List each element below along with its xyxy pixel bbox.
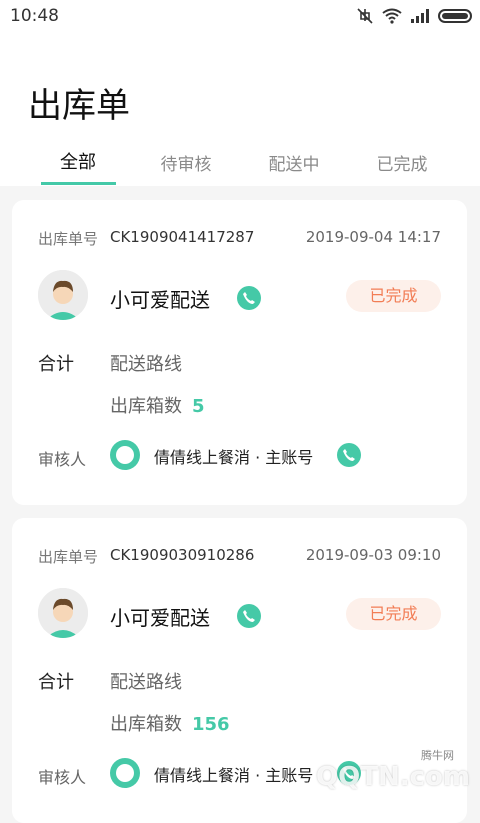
order-no-label: 出库单号 [38, 230, 99, 248]
order-no: CK1909041417287 [110, 228, 255, 246]
reviewer-label: 审核人 [38, 768, 87, 787]
boxes-row: 出库箱数 156 [110, 710, 230, 736]
mute-icon [357, 8, 373, 24]
tab-completed[interactable]: 已完成 [348, 150, 456, 192]
person-avatar-icon [38, 270, 88, 320]
deliverer-name: 小可爱配送 [110, 606, 210, 630]
status-badge: 已完成 [346, 280, 441, 312]
reviewer-phone-icon[interactable] [337, 443, 361, 467]
reviewer-avatar-icon [110, 440, 140, 470]
phone-icon[interactable] [237, 604, 261, 628]
status-bar: 10:48 [0, 0, 480, 34]
active-tab-indicator [41, 182, 116, 185]
route-label: 配送路线 [110, 672, 182, 693]
page-title: 出库单 [28, 86, 130, 126]
order-card[interactable]: 出库单号 CK1909041417287 2019-09-04 14:17 小可… [12, 200, 467, 505]
reviewer-avatar-icon [110, 758, 140, 788]
reviewer-label: 审核人 [38, 450, 87, 469]
wifi-icon [382, 8, 402, 24]
status-badge: 已完成 [346, 598, 441, 630]
order-datetime: 2019-09-04 14:17 [305, 228, 441, 246]
watermark-logo: QQTN.com [316, 762, 470, 792]
tab-bar: 全部 待审核 配送中 已完成 [0, 144, 480, 186]
order-no-label: 出库单号 [38, 548, 99, 566]
phone-icon[interactable] [237, 286, 261, 310]
page-header: 出库单 全部 待审核 配送中 已完成 [0, 34, 480, 186]
route-label: 配送路线 [110, 354, 182, 375]
order-no: CK1909030910286 [110, 546, 255, 564]
tab-pending-review[interactable]: 待审核 [132, 150, 240, 192]
status-time: 10:48 [10, 6, 59, 26]
boxes-label: 出库箱数 [110, 714, 182, 735]
avatar [38, 588, 88, 638]
boxes-count: 5 [192, 396, 205, 417]
battery-icon [438, 9, 472, 23]
reviewer-name: 倩倩线上餐消 · 主账号 [154, 448, 314, 467]
boxes-label: 出库箱数 [110, 396, 182, 417]
person-avatar-icon [38, 588, 88, 638]
order-datetime: 2019-09-03 09:10 [305, 546, 441, 564]
reviewer-name: 倩倩线上餐消 · 主账号 [154, 766, 314, 785]
boxes-row: 出库箱数 5 [110, 392, 205, 418]
tab-delivering[interactable]: 配送中 [240, 150, 348, 192]
signal-icon [411, 9, 429, 23]
boxes-count: 156 [192, 714, 230, 735]
status-icons [356, 7, 472, 25]
avatar [38, 270, 88, 320]
total-label: 合计 [38, 354, 74, 375]
total-label: 合计 [38, 672, 74, 693]
deliverer-name: 小可爱配送 [110, 288, 210, 312]
